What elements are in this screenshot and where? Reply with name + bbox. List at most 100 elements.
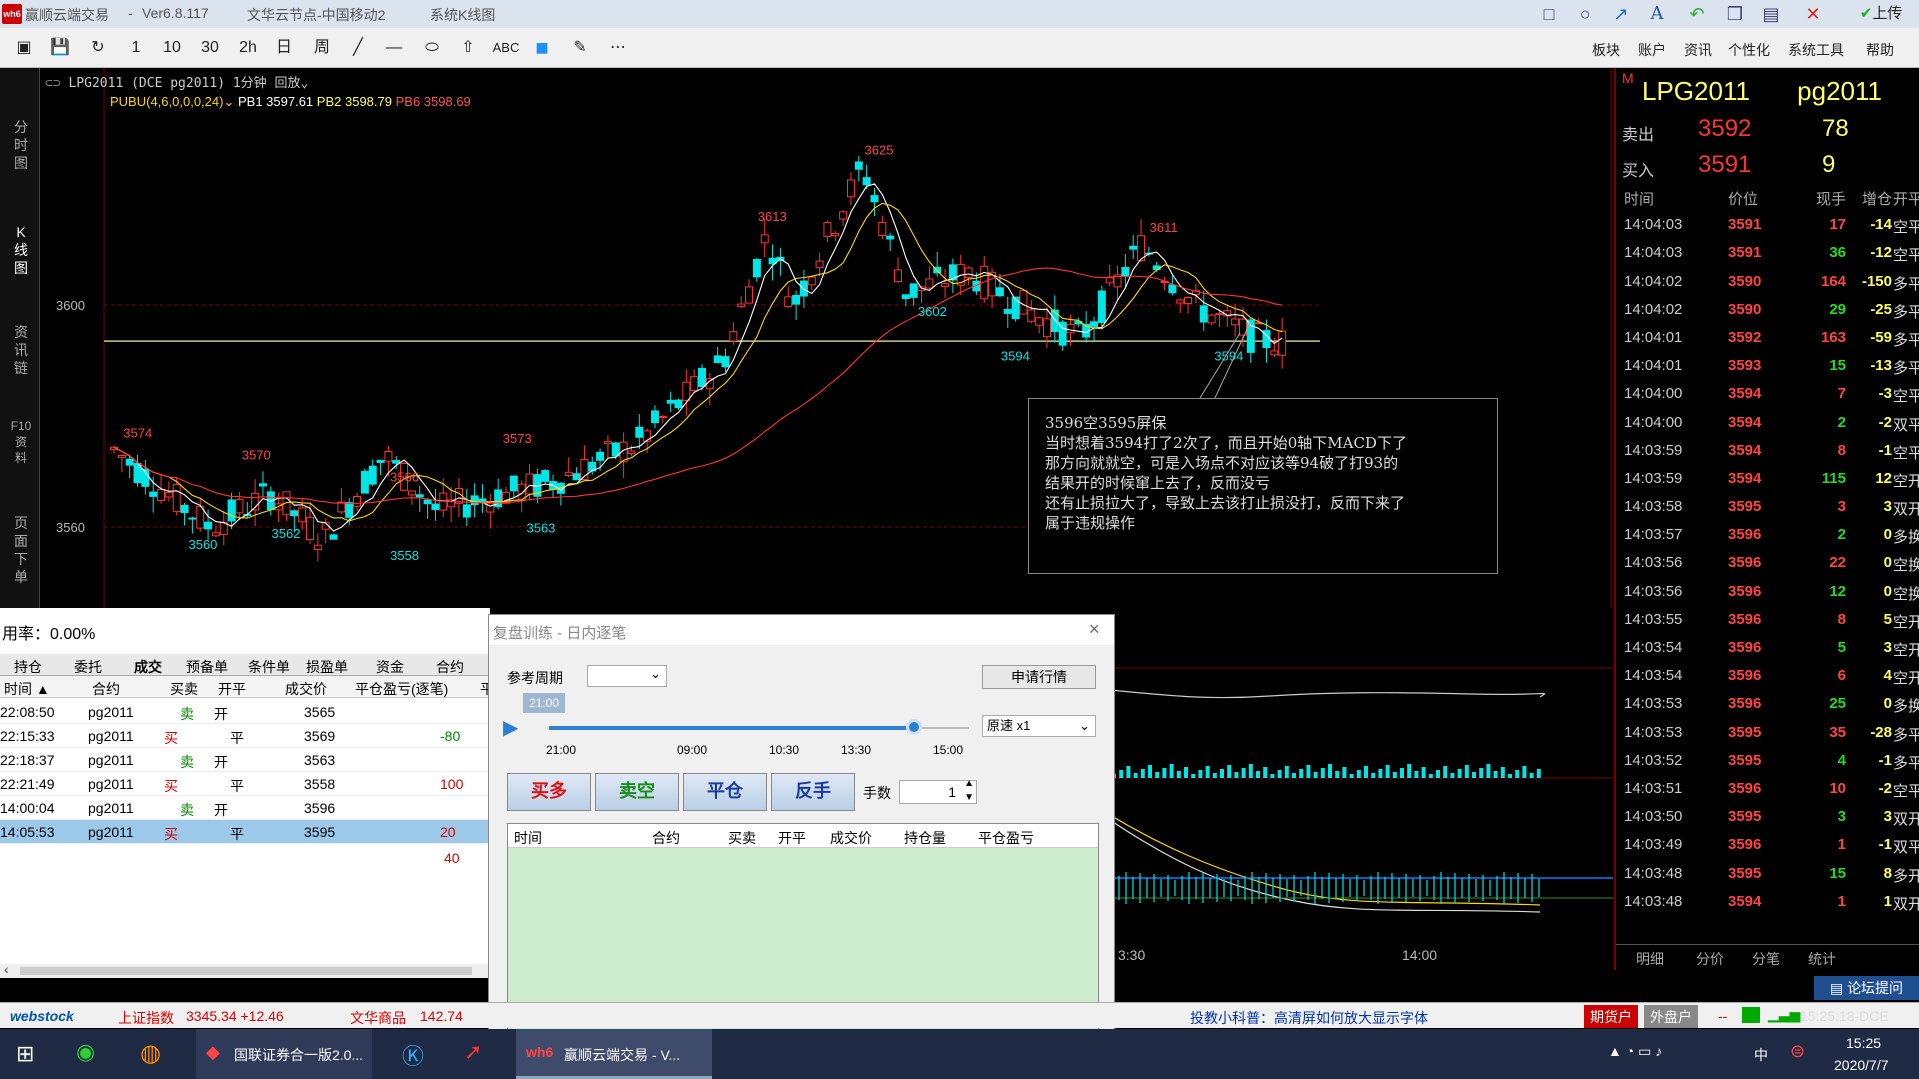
save-layout-icon[interactable]: 💾 [46, 36, 74, 60]
tab-prep-orders[interactable]: 预备单 [186, 657, 228, 677]
fill-row[interactable]: 14:00:04 pg2011 卖 开 3596 [0, 796, 490, 820]
menu-personalize[interactable]: 个性化 [1728, 40, 1770, 60]
tab-orders[interactable]: 委托 [74, 657, 102, 677]
edu-tip-link[interactable]: 投教小科普：高清屏如何放大显示字体 [1190, 1008, 1428, 1028]
forum-button[interactable]: ▤ 论坛提问 [1814, 976, 1919, 1000]
tab-tick[interactable]: 分笔 [1752, 949, 1780, 969]
chrome-icon[interactable]: ◍ [140, 1039, 161, 1068]
nav-page-order[interactable]: 页面下单 [10, 514, 32, 586]
stepper-arrows-icon[interactable]: ▲ ▼ [964, 777, 974, 805]
menu-news[interactable]: 资讯 [1684, 40, 1712, 60]
text-tool-icon[interactable]: A [1644, 3, 1670, 25]
windows-start-icon[interactable]: ⊞ [16, 1041, 34, 1067]
menu-system-tools[interactable]: 系统工具 [1788, 40, 1844, 60]
bid-row[interactable]: 买入 3591 9 [1622, 151, 1835, 181]
up-arrow-icon[interactable]: ⇧ [454, 36, 482, 60]
sell-short-button[interactable]: 卖空 [595, 773, 679, 811]
period-30min-button[interactable]: 30 [196, 36, 224, 60]
fill-row[interactable]: 22:15:33 pg2011 买 平 3569 -80 [0, 724, 490, 748]
chevron-down-icon[interactable]: ⌄ [301, 76, 309, 91]
period-10min-button[interactable]: 10 [158, 36, 186, 60]
nav-news-chain[interactable]: 资讯链 [10, 323, 32, 377]
menu-account[interactable]: 账户 [1638, 40, 1666, 60]
taskbar-app-guolian[interactable]: ◆ 国联证券合一版2.0... [196, 1029, 372, 1079]
reverse-button[interactable]: 反手 [771, 773, 855, 811]
indicator-name[interactable]: PUBU(4,6,0,0,0,24) [110, 94, 223, 109]
col-offset[interactable]: 开平 [218, 679, 246, 699]
line-tool-icon[interactable]: ╱ [344, 36, 372, 60]
col-pnl[interactable]: 平仓盈亏(逐笔) [355, 679, 448, 699]
upload-button[interactable]: ✔上传 [1846, 3, 1916, 25]
horizontal-scrollbar[interactable]: ‹ [0, 961, 490, 978]
apply-quotes-button[interactable]: 申请行情 [982, 665, 1096, 689]
play-icon[interactable]: ▶ [503, 715, 518, 740]
period-day-button[interactable]: 日 [270, 36, 298, 60]
col-side[interactable]: 买卖 [170, 679, 198, 699]
nav-intraday[interactable]: 分时图 [10, 118, 32, 172]
horizontal-line-icon[interactable]: — [380, 36, 408, 60]
col-contract[interactable]: 合约 [92, 679, 120, 699]
delete-icon[interactable]: ✕ [1800, 3, 1826, 25]
period-select[interactable]: ⌄ [587, 665, 667, 687]
ellipse-draw-icon[interactable]: ⬭ [418, 36, 446, 60]
chart-symbol-line[interactable]: ⊂⊃ LPG2011 (DCE pg2011) 1分钟 回放⌄ [45, 72, 308, 91]
fill-row[interactable]: 22:21:49 pg2011 买 平 3558 100 [0, 772, 490, 796]
external-account-button[interactable]: 外盘户 [1644, 1005, 1698, 1028]
save-icon[interactable]: ▤ [1758, 3, 1784, 25]
chevron-down-icon[interactable]: ⌄ [223, 94, 234, 109]
arrow-tool-icon[interactable]: ↗ [1608, 3, 1634, 25]
menu-sector[interactable]: 板块 [1592, 40, 1620, 60]
close-icon[interactable]: × [1089, 619, 1100, 640]
tab-stop-profit[interactable]: 损盈单 [306, 657, 348, 677]
period-week-button[interactable]: 周 [308, 36, 336, 60]
more-tools-icon[interactable]: ⋯ [604, 36, 632, 60]
scroll-thumb[interactable] [20, 967, 472, 975]
qty-stepper[interactable]: 1 ▲ ▼ [899, 777, 977, 805]
futures-account-button[interactable]: 期货户 [1584, 1005, 1638, 1028]
eraser-icon[interactable]: ✎ [566, 36, 594, 60]
wechat-icon[interactable]: ◉ [76, 1039, 95, 1065]
tab-price-dist[interactable]: 分价 [1696, 949, 1724, 969]
menu-help[interactable]: 帮助 [1866, 40, 1894, 60]
close-position-button[interactable]: 平仓 [683, 773, 767, 811]
tab-contracts[interactable]: 合约 [436, 657, 464, 677]
buy-long-button[interactable]: 买多 [507, 773, 591, 811]
fill-row[interactable]: 22:18:37 pg2011 卖 开 3563 [0, 748, 490, 772]
tab-stats[interactable]: 统计 [1808, 949, 1836, 969]
fill-row[interactable]: 22:08:50 pg2011 卖 开 3565 [0, 700, 490, 724]
nav-kline[interactable]: K线图 [10, 223, 32, 277]
copy-icon[interactable]: ❐ [1722, 3, 1748, 25]
chart-note[interactable]: 3596空3595屏保 当时想着3594打了2次了，而且开始0轴下MACD下了 … [1028, 398, 1498, 574]
slider-handle[interactable] [906, 719, 923, 735]
ask-row[interactable]: 卖出 3592 78 [1622, 115, 1849, 145]
nav-f10[interactable]: F10资料 [10, 418, 32, 466]
tick-list[interactable]: 时间 价位 现手 增仓 开平 14:04:03 3591 17 -14 空平 14:04:… [1616, 183, 1919, 916]
fill-row[interactable]: 14:05:53 pg2011 买 平 3595 20 [0, 820, 490, 844]
tab-detail[interactable]: 明细 [1636, 949, 1664, 969]
period-2h-button[interactable]: 2h [234, 36, 262, 60]
ime-indicator[interactable]: 中 [1754, 1045, 1768, 1065]
k-app-icon[interactable]: Ⓚ [402, 1039, 424, 1071]
speed-select[interactable]: 原速 x1 ⌄ [982, 715, 1096, 737]
scroll-left-icon[interactable]: ‹ [4, 961, 9, 977]
undo-icon[interactable]: ↶ [1684, 3, 1710, 25]
arrow-app-icon[interactable]: ➚ [464, 1039, 482, 1065]
tab-funds[interactable]: 资金 [376, 657, 404, 677]
tab-conditional[interactable]: 条件单 [248, 657, 290, 677]
indicator-subchart[interactable]: 3:30 14:00 [1110, 650, 1613, 970]
period-1min-button[interactable]: 1 [122, 36, 150, 60]
color-picker-icon[interactable]: ■ [528, 36, 556, 60]
tab-positions[interactable]: 持仓 [14, 657, 42, 677]
col-time[interactable]: 时间 ▲ [4, 679, 50, 699]
col-price[interactable]: 成交价 [285, 679, 327, 699]
rectangle-tool-icon[interactable]: □ [1536, 3, 1562, 25]
ellipse-tool-icon[interactable]: ○ [1572, 3, 1598, 25]
taskbar-app-yingshun[interactable]: wh6 赢顺云端交易 - V... [516, 1029, 712, 1079]
refresh-icon[interactable]: ↻ [84, 36, 112, 60]
text-abc-icon[interactable]: ABC [490, 36, 522, 60]
order-panel-icon[interactable]: ▣ [10, 36, 38, 60]
tab-fills[interactable]: 成交 [134, 657, 162, 677]
tray-app-icon[interactable]: ⊜ [1790, 1041, 1805, 1062]
replay-slider[interactable] [549, 719, 969, 735]
tray-icons[interactable]: ▲ ◔ ▭ ♪ [1608, 1043, 1662, 1060]
